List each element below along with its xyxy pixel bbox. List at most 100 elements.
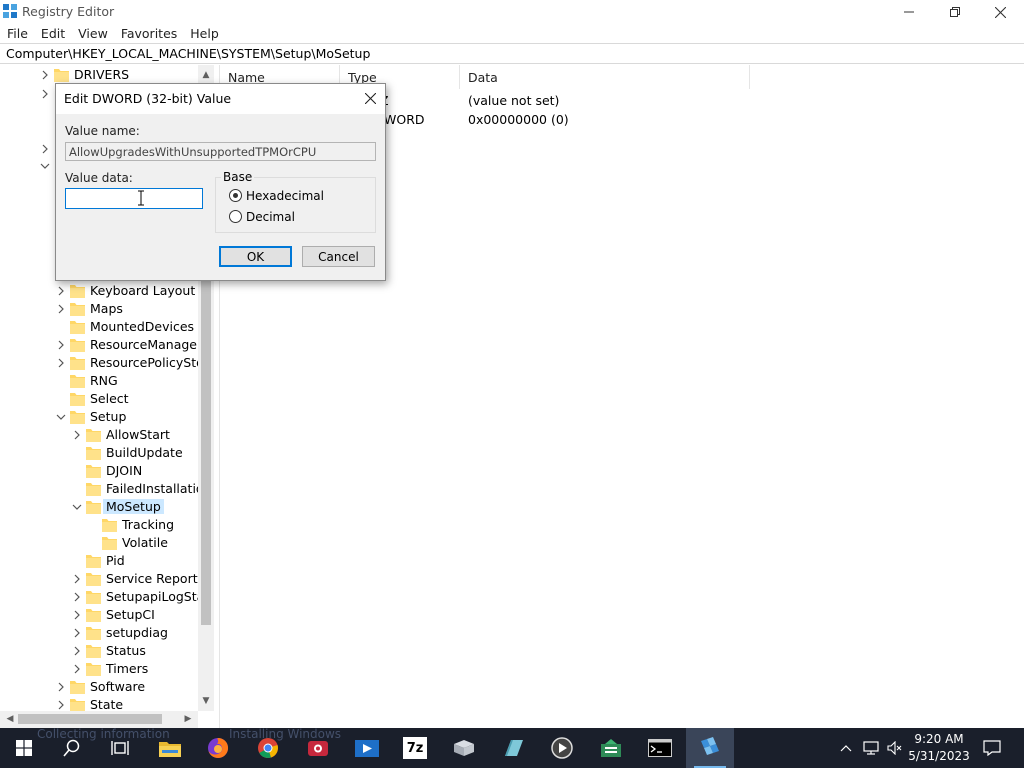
chevron-down-icon[interactable] bbox=[70, 498, 84, 516]
chevron-right-icon[interactable] bbox=[54, 300, 68, 318]
address-bar[interactable]: Computer\HKEY_LOCAL_MACHINE\SYSTEM\Setup… bbox=[0, 43, 1024, 64]
decimal-radio[interactable] bbox=[229, 210, 242, 223]
chevron-right-icon[interactable] bbox=[38, 85, 52, 103]
folder-icon bbox=[86, 428, 101, 442]
notes-app-button[interactable] bbox=[489, 728, 537, 768]
chevron-down-icon[interactable] bbox=[54, 408, 68, 426]
ok-button[interactable]: OK bbox=[219, 246, 292, 267]
chevron-right-icon[interactable] bbox=[54, 282, 68, 300]
folder-icon bbox=[70, 410, 85, 424]
spreadsheet-app-button[interactable] bbox=[587, 728, 635, 768]
chevron-right-icon[interactable] bbox=[38, 66, 52, 84]
tree-item[interactable]: Status bbox=[0, 642, 198, 660]
tree-item[interactable]: Pid bbox=[0, 552, 198, 570]
tree-item[interactable]: Select bbox=[0, 390, 198, 408]
chevron-right-icon[interactable] bbox=[70, 660, 84, 678]
folder-icon bbox=[102, 518, 117, 532]
menu-favorites[interactable]: Favorites bbox=[114, 24, 183, 43]
scroll-up-arrow-icon[interactable]: ▲ bbox=[198, 67, 214, 83]
scroll-right-arrow-icon[interactable]: ▶ bbox=[180, 711, 196, 727]
tree-item[interactable]: DJOIN bbox=[0, 462, 198, 480]
value-name-field: AllowUpgradesWithUnsupportedTPMOrCPU bbox=[65, 142, 376, 161]
firefox-icon bbox=[208, 737, 229, 758]
cancel-button[interactable]: Cancel bbox=[302, 246, 375, 267]
scroll-down-arrow-icon[interactable]: ▼ bbox=[198, 693, 214, 709]
close-icon bbox=[994, 6, 1006, 18]
command-prompt-button[interactable] bbox=[636, 728, 684, 768]
decimal-label[interactable]: Decimal bbox=[246, 210, 295, 224]
chevron-right-icon[interactable] bbox=[38, 140, 52, 158]
chrome-button[interactable] bbox=[244, 728, 292, 768]
tree-horizontal-scroll-thumb[interactable] bbox=[18, 714, 162, 724]
system-clock[interactable]: 9:20 AM 5/31/2023 bbox=[906, 731, 972, 765]
menu-file[interactable]: File bbox=[0, 24, 34, 43]
tree-item[interactable]: Setup bbox=[0, 408, 198, 426]
menu-help[interactable]: Help bbox=[183, 24, 225, 43]
media-app-button[interactable] bbox=[343, 728, 391, 768]
registry-editor-icon bbox=[701, 737, 719, 755]
tree-item[interactable]: SetupCI bbox=[0, 606, 198, 624]
tree-item[interactable]: Maps bbox=[0, 300, 198, 318]
tree-item[interactable]: SetupapiLogStatus bbox=[0, 588, 214, 606]
close-window-button[interactable] bbox=[977, 0, 1023, 24]
tree-item[interactable]: ResourceManager bbox=[0, 336, 202, 354]
tree-item[interactable]: DRIVERS bbox=[0, 66, 198, 84]
media-player-button[interactable] bbox=[538, 728, 586, 768]
hexadecimal-radio[interactable] bbox=[229, 189, 242, 202]
chevron-down-icon[interactable] bbox=[38, 157, 52, 175]
firefox-button[interactable] bbox=[194, 728, 242, 768]
menu-edit[interactable]: Edit bbox=[34, 24, 71, 43]
chevron-right-icon[interactable] bbox=[70, 624, 84, 642]
search-button[interactable] bbox=[48, 728, 96, 768]
value-type: WORD bbox=[384, 112, 425, 127]
address-path[interactable]: Computer\HKEY_LOCAL_MACHINE\SYSTEM\Setup… bbox=[6, 46, 370, 61]
tree-item[interactable]: MountedDevices bbox=[0, 318, 198, 336]
chevron-right-icon[interactable] bbox=[70, 588, 84, 606]
tree-item-label: DJOIN bbox=[106, 463, 143, 478]
tree-item[interactable]: Service Reporting bbox=[0, 570, 214, 588]
chevron-right-icon[interactable] bbox=[70, 426, 84, 444]
tree-item[interactable]: setupdiag bbox=[0, 624, 198, 642]
chevron-right-icon[interactable] bbox=[54, 678, 68, 696]
network-button[interactable] bbox=[860, 728, 882, 768]
value-data-input[interactable] bbox=[65, 188, 203, 209]
tree-vertical-scroll-thumb[interactable] bbox=[201, 280, 211, 625]
disk-tool-button[interactable] bbox=[440, 728, 488, 768]
tree-item[interactable]: ResourcePolicyStore bbox=[0, 354, 214, 372]
folder-icon bbox=[86, 608, 101, 622]
tree-item[interactable]: MoSetup bbox=[0, 498, 198, 516]
tree-item[interactable]: AllowStart bbox=[0, 426, 198, 444]
hexadecimal-label[interactable]: Hexadecimal bbox=[246, 189, 324, 203]
folder-icon bbox=[86, 464, 101, 478]
chevron-right-icon[interactable] bbox=[70, 606, 84, 624]
column-header-data[interactable]: Data bbox=[460, 65, 750, 89]
tree-item[interactable]: Tracking bbox=[0, 516, 198, 534]
7zip-button[interactable]: 7z bbox=[391, 728, 439, 768]
task-view-button[interactable] bbox=[96, 728, 144, 768]
tree-item[interactable]: Software bbox=[0, 678, 198, 696]
tree-item[interactable]: BuildUpdate bbox=[0, 444, 198, 462]
chevron-right-icon[interactable] bbox=[70, 570, 84, 588]
restore-button[interactable] bbox=[932, 0, 978, 24]
start-button[interactable] bbox=[0, 728, 48, 768]
chevron-right-icon[interactable] bbox=[70, 642, 84, 660]
spreadsheet-app-icon bbox=[601, 739, 621, 757]
registry-editor-taskbar-button[interactable] bbox=[686, 728, 734, 768]
screen-recorder-button[interactable] bbox=[294, 728, 342, 768]
chevron-right-icon[interactable] bbox=[54, 336, 68, 354]
tree-item[interactable]: Keyboard Layout bbox=[0, 282, 198, 300]
file-explorer-icon bbox=[159, 742, 181, 757]
dialog-close-button[interactable] bbox=[356, 84, 385, 112]
tree-item[interactable]: Volatile bbox=[0, 534, 198, 552]
minimize-button[interactable] bbox=[886, 0, 932, 24]
chevron-right-icon[interactable] bbox=[54, 354, 68, 372]
action-center-button[interactable] bbox=[976, 728, 1008, 768]
tree-item[interactable]: FailedInstallations bbox=[0, 480, 214, 498]
tree-item[interactable]: RNG bbox=[0, 372, 198, 390]
scroll-left-arrow-icon[interactable]: ◀ bbox=[2, 711, 18, 727]
volume-button[interactable] bbox=[884, 728, 906, 768]
tree-item[interactable]: Timers bbox=[0, 660, 198, 678]
file-explorer-button[interactable] bbox=[146, 728, 194, 768]
menu-view[interactable]: View bbox=[71, 24, 114, 43]
show-hidden-icons-button[interactable] bbox=[836, 728, 856, 768]
